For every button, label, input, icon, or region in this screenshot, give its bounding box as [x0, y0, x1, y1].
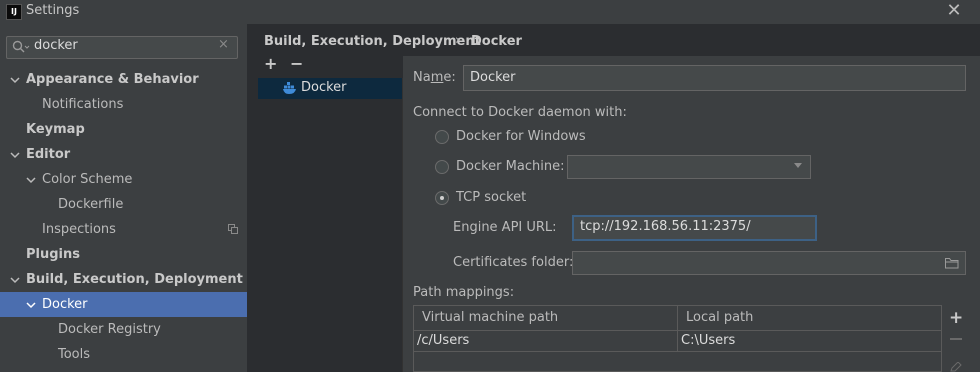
docker-machine-label: Docker Machine:	[456, 159, 565, 174]
name-field[interactable]: Docker	[463, 65, 966, 91]
docker-for-windows-label: Docker for Windows	[456, 129, 586, 144]
window-title: Settings	[26, 3, 80, 18]
title-bar	[0, 0, 980, 24]
radio-tcp-socket[interactable]	[435, 191, 449, 205]
chevron-down-icon[interactable]	[10, 150, 20, 160]
breadcrumb-current: Docker	[471, 34, 522, 49]
breadcrumb-separator: ›	[455, 33, 461, 48]
copy-settings-icon	[228, 224, 238, 234]
sidebar-item-tools[interactable]: Tools	[58, 342, 90, 367]
name-label: Name:	[413, 70, 456, 85]
sidebar-selection-highlight	[0, 292, 247, 317]
sidebar-item-dockerfile[interactable]: Dockerfile	[58, 192, 123, 217]
sidebar-item-notifications[interactable]: Notifications	[42, 92, 123, 117]
docker-machine-dropdown[interactable]	[567, 155, 811, 179]
close-icon[interactable]: ✕	[944, 1, 964, 21]
engine-api-url-label: Engine API URL:	[453, 220, 557, 235]
sidebar-item-keymap[interactable]: Keymap	[26, 117, 85, 142]
breadcrumb-parent[interactable]: Build, Execution, Deployment	[264, 34, 481, 49]
sidebar-item-docker[interactable]: Docker	[42, 292, 88, 317]
docker-connection-label: Docker	[301, 80, 347, 95]
sidebar-item-appearance-behavior[interactable]: Appearance & Behavior	[26, 67, 199, 92]
sidebar-item-docker-registry[interactable]: Docker Registry	[58, 317, 161, 342]
remove-mapping-button[interactable]	[950, 338, 962, 340]
search-value: docker	[34, 38, 78, 53]
remove-connection-button[interactable]: −	[290, 56, 304, 72]
table-cell-vm-path[interactable]: /c/Users	[414, 331, 678, 352]
connect-label: Connect to Docker daemon with:	[413, 105, 627, 120]
sidebar-item-inspections[interactable]: Inspections	[42, 217, 116, 242]
edit-icon[interactable]	[950, 362, 962, 372]
certificates-folder-input[interactable]	[572, 251, 966, 275]
sidebar-item-editor[interactable]: Editor	[26, 142, 70, 167]
radio-docker-for-windows[interactable]	[435, 130, 449, 144]
add-connection-button[interactable]: +	[264, 56, 278, 72]
app-logo-icon: IJ	[6, 4, 22, 20]
docker-connection-list	[258, 78, 403, 372]
sidebar-item-build-execution-deployment[interactable]: Build, Execution, Deployment	[26, 267, 243, 292]
column-header-virtual-machine-path[interactable]: Virtual machine path	[414, 306, 678, 331]
docker-icon	[283, 82, 296, 94]
clear-icon[interactable]: ×	[218, 37, 229, 52]
add-mapping-button[interactable]: +	[949, 310, 963, 327]
chevron-down-icon[interactable]	[10, 275, 20, 285]
chevron-down-icon[interactable]	[26, 175, 36, 185]
path-mappings-label: Path mappings:	[413, 285, 515, 300]
sidebar-item-plugins[interactable]: Plugins	[26, 242, 80, 267]
radio-docker-machine[interactable]	[435, 160, 449, 174]
column-header-local-path[interactable]: Local path	[678, 306, 941, 331]
tcp-socket-label: TCP socket	[456, 190, 527, 205]
search-icon	[12, 40, 30, 53]
engine-api-url-input[interactable]: tcp://192.168.56.11:2375/	[572, 215, 817, 241]
chevron-down-icon[interactable]	[26, 300, 36, 310]
table-cell-local-path[interactable]: C:\Users	[678, 331, 941, 352]
certificates-folder-label: Certificates folder:	[453, 255, 574, 270]
folder-icon[interactable]	[945, 257, 959, 269]
chevron-down-icon[interactable]	[10, 75, 20, 85]
chevron-down-icon	[794, 163, 802, 168]
sidebar-item-color-scheme[interactable]: Color Scheme	[42, 167, 132, 192]
